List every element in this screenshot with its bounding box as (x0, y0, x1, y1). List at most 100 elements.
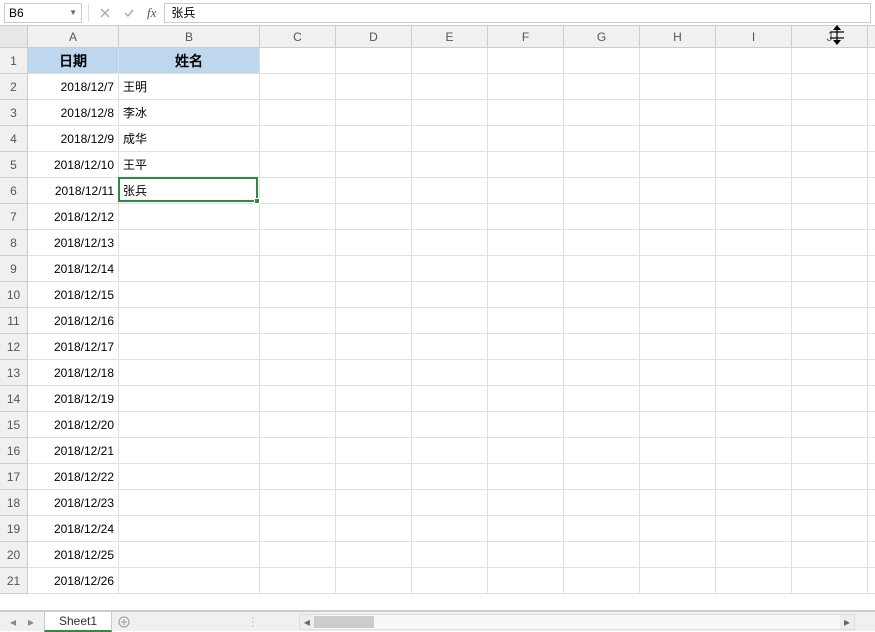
col-header-C[interactable]: C (260, 26, 336, 47)
cell[interactable] (412, 48, 488, 74)
cell[interactable]: 2018/12/20 (28, 412, 119, 438)
cell[interactable] (716, 334, 792, 360)
cell[interactable]: 2018/12/15 (28, 282, 119, 308)
cell[interactable] (336, 48, 412, 74)
cell[interactable] (119, 412, 260, 438)
cell[interactable] (488, 100, 564, 126)
cell[interactable] (716, 126, 792, 152)
cell[interactable] (412, 178, 488, 204)
sheet-tab[interactable]: Sheet1 (44, 612, 112, 632)
cell[interactable] (716, 412, 792, 438)
fx-label[interactable]: fx (143, 5, 160, 21)
cell[interactable] (488, 438, 564, 464)
cell[interactable] (488, 360, 564, 386)
cell[interactable]: 2018/12/22 (28, 464, 119, 490)
row-header[interactable]: 16 (0, 438, 28, 464)
cell[interactable] (260, 126, 336, 152)
cell[interactable]: 2018/12/13 (28, 230, 119, 256)
cell[interactable] (868, 360, 875, 386)
cell[interactable]: 王平 (119, 152, 260, 178)
cell[interactable] (716, 386, 792, 412)
sheet-nav-prev-icon[interactable]: ◂ (6, 615, 20, 629)
cell[interactable] (792, 256, 868, 282)
cell[interactable] (412, 204, 488, 230)
row-header[interactable]: 6 (0, 178, 28, 204)
cell[interactable] (119, 334, 260, 360)
cell[interactable] (336, 100, 412, 126)
cell[interactable] (260, 542, 336, 568)
cell[interactable] (336, 412, 412, 438)
cell[interactable] (564, 256, 640, 282)
cell[interactable] (119, 438, 260, 464)
cell[interactable]: 2018/12/26 (28, 568, 119, 594)
cell[interactable] (260, 412, 336, 438)
cell[interactable]: 2018/12/17 (28, 334, 119, 360)
fill-handle[interactable] (254, 198, 260, 204)
cell[interactable] (640, 464, 716, 490)
cell[interactable] (716, 204, 792, 230)
col-header-A[interactable]: A (28, 26, 119, 47)
cell[interactable] (868, 48, 875, 74)
cell[interactable] (868, 230, 875, 256)
cell[interactable] (716, 152, 792, 178)
col-header-J[interactable]: J (792, 26, 868, 47)
cell[interactable] (868, 178, 875, 204)
cell[interactable] (336, 178, 412, 204)
cell[interactable] (868, 74, 875, 100)
row-header[interactable]: 20 (0, 542, 28, 568)
cell[interactable] (488, 48, 564, 74)
cell[interactable] (336, 360, 412, 386)
cell[interactable] (488, 386, 564, 412)
col-header-F[interactable]: F (488, 26, 564, 47)
col-header-D[interactable]: D (336, 26, 412, 47)
cell[interactable] (336, 334, 412, 360)
cell[interactable] (412, 490, 488, 516)
cell[interactable]: 张兵 (119, 178, 260, 204)
cell[interactable] (792, 48, 868, 74)
cell[interactable] (868, 568, 875, 594)
cell[interactable] (716, 568, 792, 594)
cell[interactable] (564, 230, 640, 256)
cell[interactable] (716, 100, 792, 126)
cell[interactable] (564, 412, 640, 438)
cell[interactable] (564, 100, 640, 126)
cell[interactable] (640, 490, 716, 516)
cell[interactable]: 2018/12/7 (28, 74, 119, 100)
cell[interactable] (868, 490, 875, 516)
col-header-H[interactable]: H (640, 26, 716, 47)
cell[interactable] (716, 308, 792, 334)
cell[interactable] (119, 490, 260, 516)
cell[interactable] (868, 152, 875, 178)
scroll-left-icon[interactable]: ◂ (300, 615, 314, 629)
cell[interactable] (564, 542, 640, 568)
cell[interactable] (260, 360, 336, 386)
cell[interactable] (792, 152, 868, 178)
cell[interactable] (412, 516, 488, 542)
cell[interactable] (792, 126, 868, 152)
row-header[interactable]: 11 (0, 308, 28, 334)
cell[interactable] (792, 178, 868, 204)
grid[interactable]: 1日期姓名22018/12/7王明32018/12/8李冰42018/12/9成… (0, 48, 875, 611)
cell[interactable] (488, 412, 564, 438)
col-header-G[interactable]: G (564, 26, 640, 47)
cell[interactable] (260, 48, 336, 74)
cell[interactable] (336, 568, 412, 594)
cell[interactable] (260, 386, 336, 412)
cell[interactable] (336, 152, 412, 178)
row-header[interactable]: 8 (0, 230, 28, 256)
row-header[interactable]: 2 (0, 74, 28, 100)
cell[interactable] (488, 308, 564, 334)
cell[interactable] (336, 438, 412, 464)
cell[interactable] (412, 282, 488, 308)
cell[interactable] (412, 152, 488, 178)
cell[interactable] (640, 412, 716, 438)
cell[interactable]: 2018/12/19 (28, 386, 119, 412)
cell[interactable] (260, 308, 336, 334)
cell[interactable] (488, 178, 564, 204)
sheet-nav-next-icon[interactable]: ▸ (24, 615, 38, 629)
cell[interactable] (564, 568, 640, 594)
cell[interactable] (260, 178, 336, 204)
select-all-corner[interactable] (0, 26, 28, 47)
cell[interactable] (868, 256, 875, 282)
row-header[interactable]: 14 (0, 386, 28, 412)
